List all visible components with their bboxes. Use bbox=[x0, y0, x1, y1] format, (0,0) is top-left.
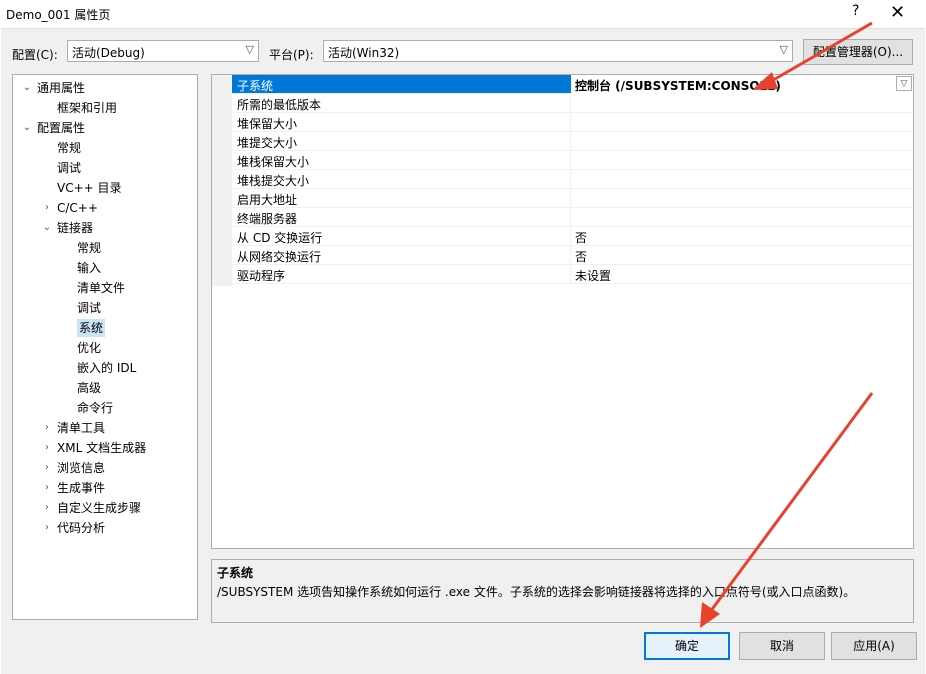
config-value: 活动(Debug) bbox=[72, 46, 145, 60]
collapse-icon[interactable]: ⌄ bbox=[41, 222, 53, 233]
expand-icon[interactable]: › bbox=[41, 482, 53, 493]
property-value: 控制台 (/SUBSYSTEM:CONSOLE) bbox=[575, 79, 781, 93]
tree-item[interactable]: 调试 bbox=[77, 299, 101, 317]
property-name: 从 CD 交换运行 bbox=[237, 231, 323, 245]
property-row[interactable]: 堆栈保留大小 bbox=[232, 151, 913, 170]
property-grid: ▽ 子系统 控制台 (/SUBSYSTEM:CONSOLE) 所需的最低版本 堆保留大小… bbox=[211, 74, 914, 549]
collapse-icon[interactable]: ⌄ bbox=[21, 82, 33, 93]
chevron-down-icon: ▽ bbox=[245, 43, 254, 56]
property-name: 堆栈保留大小 bbox=[237, 155, 310, 169]
property-row[interactable]: 从网络交换运行 否 bbox=[232, 246, 913, 265]
column-divider bbox=[570, 227, 571, 246]
expand-icon[interactable]: › bbox=[41, 422, 53, 433]
column-divider bbox=[570, 170, 571, 189]
tree-item[interactable]: 自定义生成步骤 bbox=[57, 499, 141, 517]
property-name: 所需的最低版本 bbox=[237, 98, 322, 112]
cancel-button[interactable]: 取消 bbox=[739, 632, 825, 660]
config-manager-button[interactable]: 配置管理器(O)... bbox=[803, 39, 913, 65]
property-value: 未设置 bbox=[575, 269, 612, 283]
property-row[interactable]: 终端服务器 bbox=[232, 208, 913, 227]
description-text: /SUBSYSTEM 选项告知操作系统如何运行 .exe 文件。子系统的选择会影… bbox=[217, 585, 856, 599]
property-row[interactable]: 所需的最低版本 bbox=[232, 94, 913, 113]
column-divider bbox=[570, 189, 571, 208]
tree-item[interactable]: 优化 bbox=[77, 339, 101, 357]
property-name: 驱动程序 bbox=[237, 269, 286, 283]
property-row[interactable]: 驱动程序 未设置 bbox=[232, 265, 913, 284]
property-value: 否 bbox=[575, 250, 588, 264]
property-name: 子系统 bbox=[237, 79, 274, 93]
column-divider bbox=[570, 113, 571, 132]
property-pages-dialog: 配置(C): 活动(Debug) ▽ 平台(P): 活动(Win32) ▽ 配置… bbox=[1, 28, 925, 674]
grid-gutter bbox=[212, 75, 232, 286]
description-title: 子系统 bbox=[217, 566, 254, 580]
tree-item[interactable]: 常规 bbox=[77, 239, 101, 257]
platform-value: 活动(Win32) bbox=[328, 46, 400, 60]
tree-item[interactable]: 框架和引用 bbox=[57, 99, 117, 117]
property-row[interactable]: 堆提交大小 bbox=[232, 132, 913, 151]
property-name: 堆栈提交大小 bbox=[237, 174, 310, 188]
tree-item[interactable]: 调试 bbox=[57, 159, 81, 177]
tree-item[interactable]: VC++ 目录 bbox=[57, 179, 122, 197]
column-divider bbox=[570, 265, 571, 284]
tree-item[interactable]: 清单工具 bbox=[57, 419, 105, 437]
tree-item[interactable]: XML 文档生成器 bbox=[57, 439, 146, 457]
property-value: 否 bbox=[575, 231, 588, 245]
tree-item[interactable]: 常规 bbox=[57, 139, 81, 157]
tree-item[interactable]: 系统 bbox=[77, 319, 106, 337]
property-row[interactable]: 堆栈提交大小 bbox=[232, 170, 913, 189]
chevron-down-icon[interactable]: ▽ bbox=[896, 76, 912, 91]
tree-item[interactable]: 命令行 bbox=[77, 399, 113, 417]
tree-item[interactable]: 清单文件 bbox=[77, 279, 125, 297]
tree-item[interactable]: 浏览信息 bbox=[57, 459, 105, 477]
config-combo[interactable]: 活动(Debug) ▽ bbox=[67, 40, 259, 62]
expand-icon[interactable]: › bbox=[41, 462, 53, 473]
property-tree: ⌄ 通用属性 框架和引用 ⌄ 配置属性 常规 调试 VC++ 目录 › C/C++ ⌄ 链接器 常规 输入… bbox=[12, 74, 198, 620]
window-title: Demo_001 属性页 bbox=[6, 8, 111, 22]
collapse-icon[interactable]: ⌄ bbox=[21, 122, 33, 133]
close-button[interactable]: ✕ bbox=[890, 2, 905, 23]
column-divider bbox=[570, 132, 571, 151]
ok-button[interactable]: 确定 bbox=[644, 632, 730, 660]
property-name: 终端服务器 bbox=[237, 212, 298, 226]
property-name: 堆提交大小 bbox=[237, 136, 298, 150]
chevron-down-icon: ▽ bbox=[779, 43, 788, 56]
platform-label: 平台(P): bbox=[269, 48, 314, 62]
tree-item[interactable]: 配置属性 bbox=[37, 119, 85, 137]
title-bar: Demo_001 属性页 ? ✕ bbox=[0, 0, 926, 28]
expand-icon[interactable]: › bbox=[41, 522, 53, 533]
expand-icon[interactable]: › bbox=[41, 442, 53, 453]
tree-item[interactable]: C/C++ bbox=[57, 199, 98, 217]
config-label: 配置(C): bbox=[12, 48, 58, 62]
column-divider bbox=[570, 94, 571, 113]
tree-item[interactable]: 链接器 bbox=[57, 219, 93, 237]
property-row[interactable]: 堆保留大小 bbox=[232, 113, 913, 132]
expand-icon[interactable]: › bbox=[41, 202, 53, 213]
tree-item[interactable]: 通用属性 bbox=[37, 79, 85, 97]
column-divider bbox=[570, 208, 571, 227]
description-panel: 子系统 /SUBSYSTEM 选项告知操作系统如何运行 .exe 文件。子系统的… bbox=[211, 559, 914, 623]
apply-button[interactable]: 应用(A) bbox=[831, 632, 917, 660]
tree-item[interactable]: 代码分析 bbox=[57, 519, 105, 537]
property-row[interactable]: 启用大地址 bbox=[232, 189, 913, 208]
property-row[interactable]: 从 CD 交换运行 否 bbox=[232, 227, 913, 246]
property-name: 堆保留大小 bbox=[237, 117, 298, 131]
property-name: 启用大地址 bbox=[237, 193, 298, 207]
tree-item[interactable]: 输入 bbox=[77, 259, 101, 277]
tree-item[interactable]: 生成事件 bbox=[57, 479, 105, 497]
property-row[interactable]: ▽ 子系统 控制台 (/SUBSYSTEM:CONSOLE) bbox=[232, 75, 913, 94]
expand-icon[interactable]: › bbox=[41, 502, 53, 513]
platform-combo[interactable]: 活动(Win32) ▽ bbox=[323, 40, 793, 62]
help-button[interactable]: ? bbox=[852, 3, 859, 19]
tree-item[interactable]: 高级 bbox=[77, 379, 101, 397]
column-divider bbox=[570, 246, 571, 265]
column-divider bbox=[570, 151, 571, 170]
property-name: 从网络交换运行 bbox=[237, 250, 322, 264]
tree-item[interactable]: 嵌入的 IDL bbox=[77, 359, 136, 377]
